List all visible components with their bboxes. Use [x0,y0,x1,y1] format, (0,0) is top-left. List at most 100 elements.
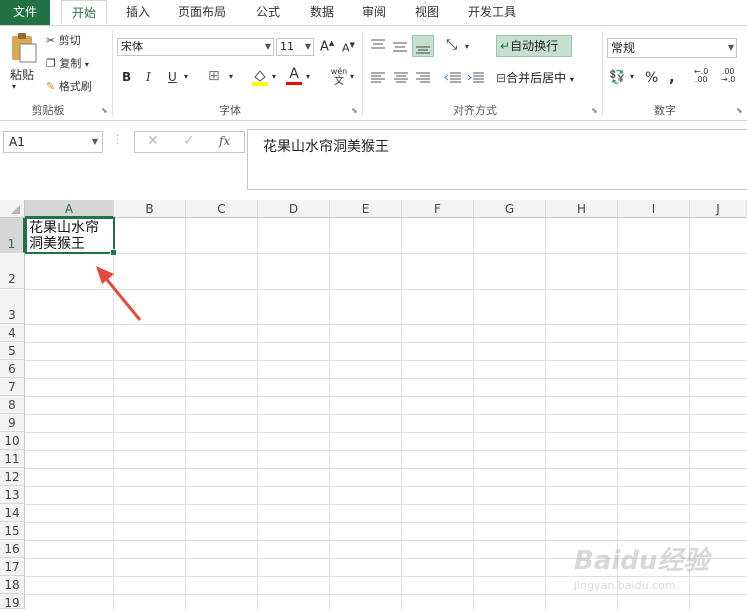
number-group-label: 数字 [654,104,676,117]
borders-dropdown-icon[interactable]: ▾ [229,72,233,81]
align-right-icon[interactable] [415,72,431,84]
column-header-h[interactable]: H [546,200,618,218]
formula-input[interactable]: 花果山水帘洞美猴王 [247,129,747,190]
merge-cells-icon: ⊟ [496,71,507,85]
underline-dropdown-icon[interactable]: ▾ [184,72,188,81]
font-size-combo[interactable]: 11 ▼ [276,38,314,56]
row-header-19[interactable]: 19 [0,594,25,610]
column-header-c[interactable]: C [186,200,258,218]
column-header-g[interactable]: G [474,200,546,218]
clipboard-launcher-icon[interactable]: ⬊ [101,106,108,115]
tab-review[interactable]: 审阅 [352,0,396,25]
row-header-15[interactable]: 15 [0,522,25,540]
underline-button[interactable]: U [168,70,177,84]
alignment-launcher-icon[interactable]: ⬊ [591,106,598,115]
paste-button[interactable]: 粘贴 [10,66,34,83]
column-header-a[interactable]: A [25,200,114,218]
column-header-d[interactable]: D [258,200,330,218]
merge-center-button[interactable]: ⊟合并后居中 ▾ [496,68,596,88]
tab-page-layout[interactable]: 页面布局 [170,0,234,25]
shrink-font-icon[interactable]: A▼ [342,41,355,55]
font-color-dropdown-icon[interactable]: ▾ [306,72,310,81]
increase-indent-icon[interactable] [467,72,485,84]
wrap-text-button[interactable]: ↵自动换行 [496,35,572,57]
row-header-16[interactable]: 16 [0,540,25,558]
row-header-9[interactable]: 9 [0,414,25,432]
check-icon[interactable]: ✓ [183,133,195,149]
tab-data[interactable]: 数据 [300,0,344,25]
row-header-1[interactable]: 1 [0,218,25,253]
row-header-13[interactable]: 13 [0,486,25,504]
align-top-icon[interactable] [370,38,386,50]
paste-icon[interactable] [8,32,38,63]
borders-icon[interactable]: ⊞ [208,68,220,84]
font-color-icon[interactable]: A [285,66,303,88]
align-middle-icon[interactable] [392,40,408,52]
format-painter-label: 格式刷 [58,80,92,93]
name-box[interactable]: A1 ▼ [3,131,103,153]
accounting-format-icon[interactable]: 💱 [609,70,625,85]
copy-dropdown-icon[interactable]: ▾ [85,60,89,69]
align-left-icon[interactable] [370,72,386,84]
column-header-b[interactable]: B [114,200,186,218]
row-header-8[interactable]: 8 [0,396,25,414]
cell-a1[interactable]: 花果山水帘 洞美猴王 [25,217,117,256]
fill-color-dropdown-icon[interactable]: ▾ [272,72,276,81]
merge-dropdown-icon[interactable]: ▾ [570,75,574,84]
orientation-icon[interactable]: ⤡ [446,37,457,53]
row-header-5[interactable]: 5 [0,342,25,360]
row-header-4[interactable]: 4 [0,324,25,342]
number-launcher-icon[interactable]: ⬊ [736,106,743,115]
row-header-11[interactable]: 11 [0,450,25,468]
cut-button[interactable]: ✂ 剪切 [46,32,81,48]
insert-function-icon[interactable]: fx [219,134,230,148]
row-header-6[interactable]: 6 [0,360,25,378]
font-launcher-icon[interactable]: ⬊ [351,106,358,115]
tab-home[interactable]: 开始 [61,0,107,25]
row-header-18[interactable]: 18 [0,576,25,594]
increase-decimal-icon[interactable]: ←.0.00 [694,68,708,84]
phonetic-guide-icon[interactable]: wén 文 [328,67,350,89]
align-bottom-icon[interactable] [412,35,434,57]
italic-button[interactable]: I [146,70,151,84]
row-header-7[interactable]: 7 [0,378,25,396]
fill-handle[interactable] [110,249,117,256]
tab-formulas[interactable]: 公式 [246,0,290,25]
column-header-e[interactable]: E [330,200,402,218]
tab-view[interactable]: 视图 [405,0,449,25]
tab-insert[interactable]: 插入 [116,0,160,25]
column-header-f[interactable]: F [402,200,474,218]
drag-handle-icon[interactable]: · · · [116,132,119,150]
percent-style-button[interactable]: % [645,70,658,86]
gridline [25,522,747,523]
paste-dropdown-icon[interactable]: ▾ [12,82,16,91]
comma-style-button[interactable]: , [669,68,675,86]
decrease-indent-icon[interactable] [444,72,462,84]
phonetic-dropdown-icon[interactable]: ▾ [350,72,354,81]
row-header-14[interactable]: 14 [0,504,25,522]
number-format-combo[interactable]: 常规 ▼ [607,38,737,58]
font-name-combo[interactable]: 宋体 ▼ [117,38,274,56]
cancel-icon[interactable]: ✕ [147,133,159,149]
align-center-icon[interactable] [393,72,409,84]
orientation-dropdown-icon[interactable]: ▾ [465,42,469,51]
accounting-dropdown-icon[interactable]: ▾ [630,72,634,81]
select-all-corner[interactable] [0,200,25,218]
chevron-down-icon[interactable]: ▼ [92,132,98,152]
column-header-j[interactable]: J [690,200,747,218]
row-header-17[interactable]: 17 [0,558,25,576]
row-header-10[interactable]: 10 [0,432,25,450]
copy-button[interactable]: ❐ 复制 ▾ [46,55,89,71]
tab-file[interactable]: 文件 [0,0,50,25]
column-header-i[interactable]: I [618,200,690,218]
decrease-decimal-icon[interactable]: .00 →.0 [721,68,735,84]
format-painter-button[interactable]: ✎ 格式刷 [46,78,92,94]
row-header-3[interactable]: 3 [0,289,25,324]
grow-font-icon[interactable]: A▲ [320,39,334,54]
font-color-letter: A [289,66,299,82]
bold-button[interactable]: B [122,70,131,84]
row-header-2[interactable]: 2 [0,253,25,289]
fill-color-icon[interactable] [251,68,269,86]
tab-developer[interactable]: 开发工具 [460,0,524,25]
row-header-12[interactable]: 12 [0,468,25,486]
